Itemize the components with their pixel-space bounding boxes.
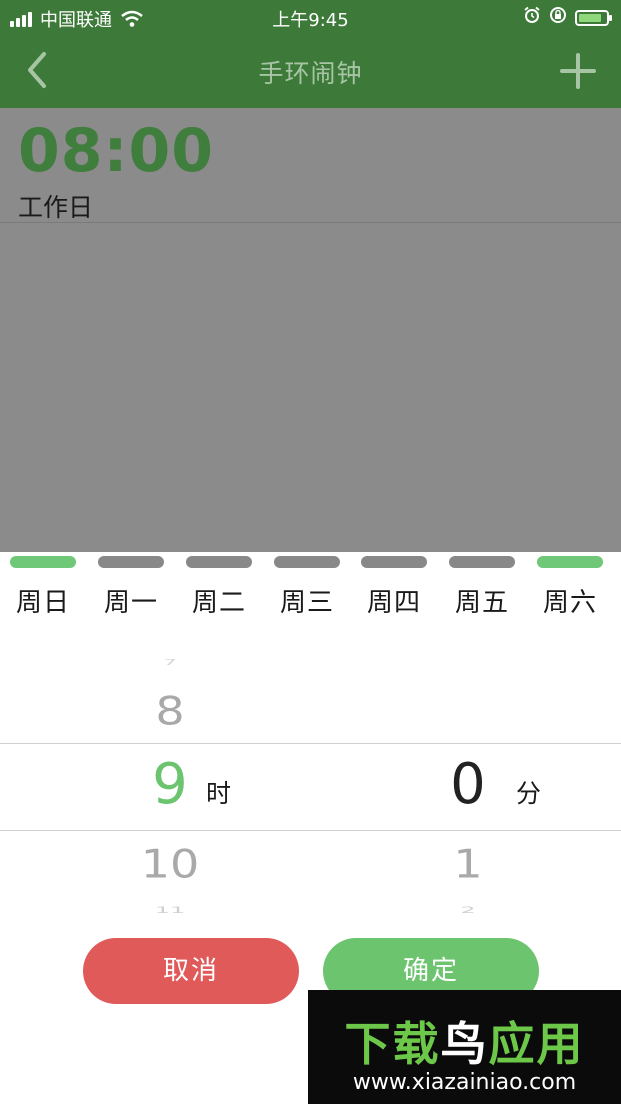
battery-icon: [575, 9, 612, 26]
day-label: 周六: [542, 588, 597, 618]
alarm-list: 08:00 工作日: [0, 108, 621, 552]
hour-option: 8: [155, 688, 185, 734]
minute-unit-label: 分: [516, 779, 542, 808]
minute-option: 1: [453, 841, 483, 887]
hour-option: 11: [154, 905, 186, 915]
watermark-title-part: 应用: [488, 1017, 585, 1071]
day-label: 周五: [454, 588, 509, 618]
day-indicator: [449, 556, 515, 568]
day-label: 周二: [191, 588, 246, 618]
alarm-item[interactable]: 08:00 工作日: [0, 108, 621, 223]
day-label: 周日: [15, 588, 70, 618]
hour-unit-label: 时: [206, 779, 232, 808]
hour-option: 7: [163, 658, 177, 667]
watermark-title: 下载鸟应用: [308, 1008, 621, 1074]
watermark-url: www.xiazainiao.com: [352, 1070, 577, 1095]
status-right: [523, 6, 612, 29]
rotation-lock-icon: [549, 6, 567, 29]
alarm-time: 08:00: [18, 116, 214, 186]
day-toggle-sat[interactable]: 周六: [537, 556, 603, 619]
hour-selected: 9: [152, 752, 188, 817]
minute-selected: 0: [450, 752, 486, 817]
day-indicator: [10, 556, 76, 568]
add-alarm-button[interactable]: [559, 52, 597, 90]
day-toggle-wed[interactable]: 周三: [274, 556, 340, 619]
day-indicator: [98, 556, 164, 568]
picker-divider: [0, 830, 621, 831]
weekday-selector: 周日 周一 周二 周三 周四 周五 周六: [0, 552, 621, 622]
cancel-button[interactable]: 取消: [83, 938, 299, 1004]
day-toggle-tue[interactable]: 周二: [186, 556, 252, 619]
day-toggle-thu[interactable]: 周四: [361, 556, 427, 619]
day-toggle-mon[interactable]: 周一: [98, 556, 164, 619]
picker-divider: [0, 743, 621, 744]
watermark-title-part: 下载: [344, 1017, 441, 1071]
day-indicator: [361, 556, 427, 568]
page-title: 手环闹钟: [258, 59, 363, 88]
alarm-clock-icon: [523, 6, 541, 29]
day-indicator: [274, 556, 340, 568]
day-toggle-sun[interactable]: 周日: [10, 556, 76, 619]
alarm-repeat-label: 工作日: [18, 193, 94, 222]
nav-bar: 手环闹钟: [0, 34, 621, 108]
watermark-title-part: 鸟: [440, 1017, 489, 1071]
day-label: 周四: [366, 588, 421, 618]
plus-icon: [560, 53, 596, 89]
day-label: 周一: [103, 588, 158, 618]
hour-option: 10: [140, 841, 200, 887]
status-bar: 中国联通 上午9:45: [0, 0, 621, 34]
day-indicator: [186, 556, 252, 568]
watermark-logo: 下载鸟应用 www.xiazainiao.com: [308, 990, 621, 1104]
day-toggle-fri[interactable]: 周五: [449, 556, 515, 619]
day-indicator: [537, 556, 603, 568]
minute-option: 2: [460, 905, 476, 915]
day-label: 周三: [279, 588, 334, 618]
